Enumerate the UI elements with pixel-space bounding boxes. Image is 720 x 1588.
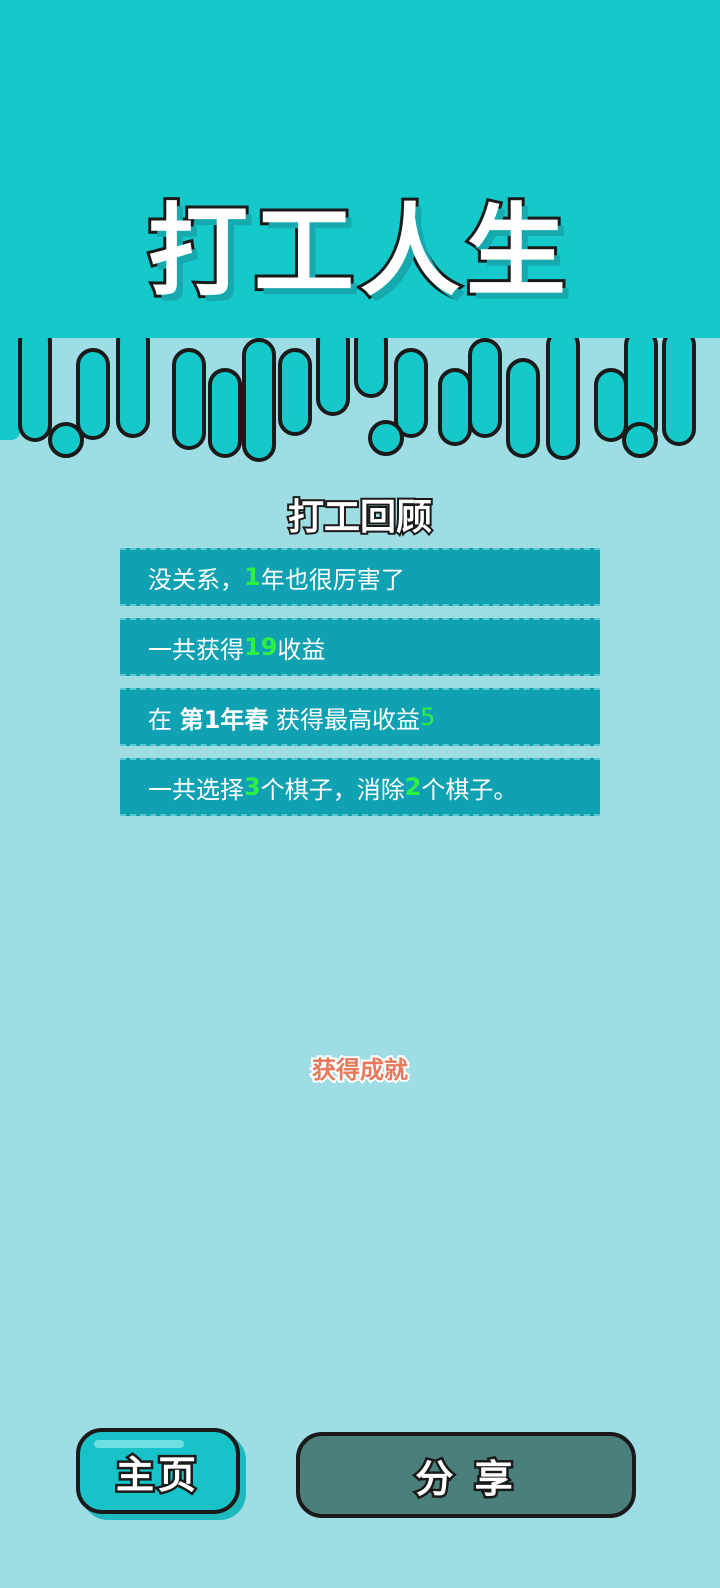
row-text: 个棋子。	[421, 775, 518, 804]
review-list: 没关系， 1 年也很厉害了 一共获得 19 收益 在 第1年春 获得最高收益 5 一共选择…	[120, 548, 600, 828]
row-number: 2	[404, 773, 422, 801]
row-text: 获得最高收益	[268, 705, 420, 734]
home-button[interactable]: 主页	[76, 1428, 240, 1514]
row-text: 在	[148, 705, 180, 734]
achievement-label: 获得成就	[310, 1054, 410, 1086]
row-text: 一共获得	[148, 635, 244, 664]
row-text: 年也很厉害了	[260, 565, 405, 594]
row-text: 收益	[277, 635, 326, 664]
row-number: 19	[244, 633, 278, 661]
share-button-label: 分 享	[413, 1454, 517, 1503]
row-number: 1	[244, 563, 261, 591]
review-row-years: 没关系， 1 年也很厉害了	[120, 548, 600, 606]
home-button-label: 主页	[113, 1450, 200, 1499]
share-button[interactable]: 分 享	[296, 1432, 636, 1518]
row-number: 3	[244, 773, 261, 801]
game-title: 打工人生	[145, 190, 572, 313]
review-heading: 打工回顾	[286, 495, 434, 540]
row-number: 5	[419, 703, 436, 731]
row-text: 个棋子，消除	[260, 775, 405, 804]
row-text: 一共选择	[148, 775, 244, 804]
button-highlight	[94, 1440, 184, 1448]
review-row-earnings: 一共获得 19 收益	[120, 618, 600, 676]
review-row-best-season: 在 第1年春 获得最高收益 5	[120, 688, 600, 746]
row-text: 没关系，	[148, 565, 244, 594]
row-season: 第1年春	[179, 705, 269, 734]
review-row-pieces: 一共选择 3 个棋子，消除 2 个棋子。	[120, 758, 600, 816]
